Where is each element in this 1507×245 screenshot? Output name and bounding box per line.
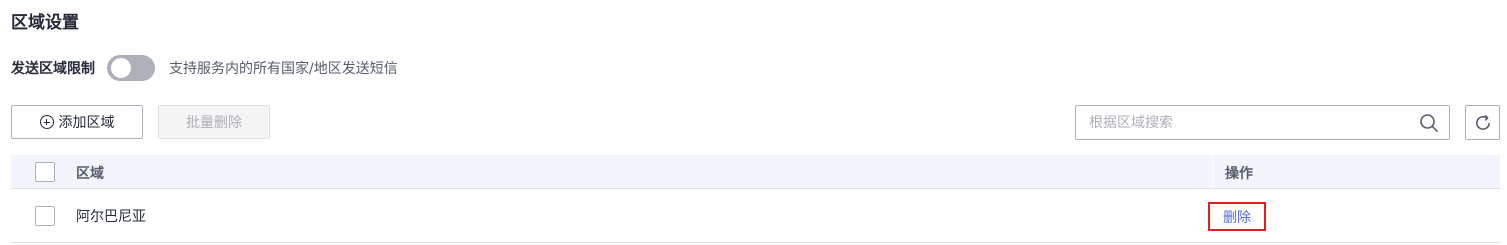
- refresh-icon: [1475, 114, 1490, 130]
- page-title: 区域设置: [11, 13, 79, 33]
- region-name: 阿尔巴尼亚: [76, 209, 146, 225]
- table-header: 区域 操作: [11, 155, 1500, 189]
- row-checkbox[interactable]: [35, 206, 55, 226]
- delete-link[interactable]: 删除: [1208, 202, 1266, 231]
- refresh-button[interactable]: [1465, 105, 1500, 140]
- send-limit-description: 支持服务内的所有国家/地区发送短信: [169, 61, 398, 77]
- search-icon[interactable]: [1419, 113, 1439, 133]
- send-limit-label: 发送区域限制: [11, 61, 95, 77]
- add-circle-icon: [39, 115, 54, 129]
- toggle-knob: [111, 58, 131, 78]
- batch-delete-button[interactable]: 批量删除: [158, 105, 270, 139]
- send-limit-row: 发送区域限制 支持服务内的所有国家/地区发送短信: [11, 55, 398, 81]
- select-all-checkbox[interactable]: [35, 162, 55, 182]
- send-limit-toggle[interactable]: [107, 55, 155, 81]
- table-row: 阿尔巴尼亚 删除: [11, 190, 1500, 243]
- delete-label: 删除: [1223, 209, 1251, 226]
- batch-delete-label: 批量删除: [186, 115, 242, 131]
- column-header-region: 区域: [76, 166, 104, 182]
- search-box: [1075, 105, 1450, 140]
- add-region-button[interactable]: 添加区域: [11, 105, 143, 139]
- column-divider: [1212, 155, 1213, 189]
- add-region-label: 添加区域: [58, 115, 115, 131]
- search-input[interactable]: [1076, 106, 1406, 139]
- column-header-action: 操作: [1225, 166, 1253, 182]
